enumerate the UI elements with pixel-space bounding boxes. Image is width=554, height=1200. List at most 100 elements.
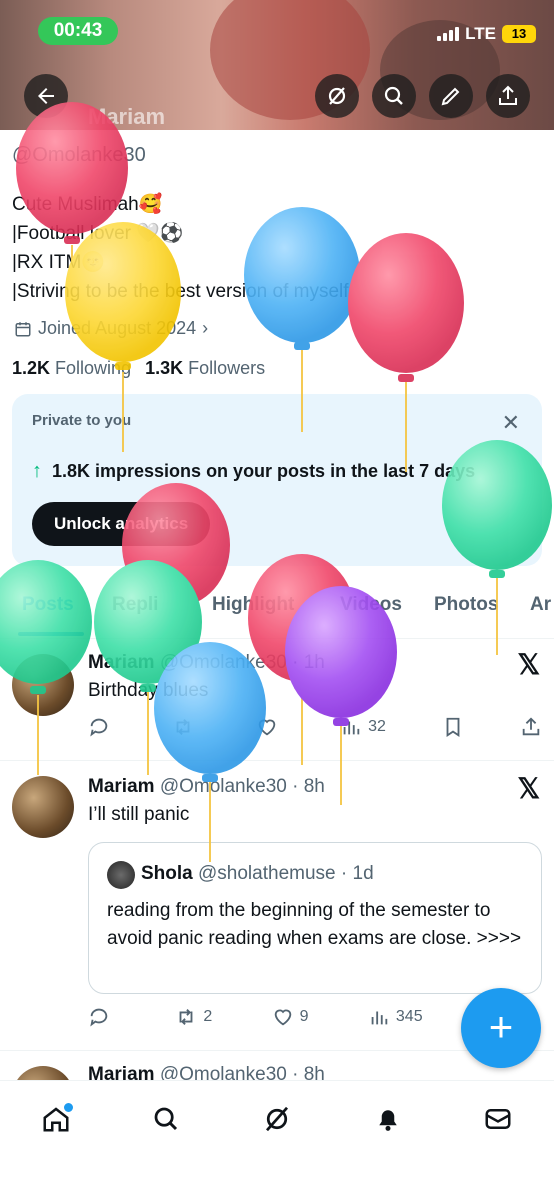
notification-dot bbox=[62, 1101, 75, 1114]
network-label: LTE bbox=[465, 24, 496, 43]
bell-icon bbox=[379, 1110, 397, 1131]
views-icon bbox=[343, 721, 360, 735]
grok-icon bbox=[328, 87, 346, 105]
plus-icon: + bbox=[488, 1003, 514, 1050]
tab-replies[interactable]: Repli bbox=[112, 594, 158, 616]
nav-search[interactable] bbox=[144, 1097, 188, 1141]
back-button[interactable] bbox=[24, 74, 68, 118]
author-name[interactable]: Mariam bbox=[88, 776, 155, 797]
tweet-item[interactable]: Mariam @Omolanke30 · 1h 𝕏 Birthday blues… bbox=[0, 640, 554, 761]
tab-highlights[interactable]: Highlight bbox=[212, 594, 294, 616]
impressions-text: 1.8K impressions on your posts in the la… bbox=[52, 461, 476, 481]
search-button[interactable] bbox=[372, 74, 416, 118]
edit-icon bbox=[441, 87, 460, 106]
nav-messages[interactable] bbox=[476, 1097, 520, 1141]
avatar[interactable] bbox=[12, 654, 74, 716]
reply-button[interactable] bbox=[88, 716, 116, 738]
author-handle: @Omolanke30 bbox=[159, 776, 287, 797]
search-icon bbox=[384, 86, 403, 105]
repost-icon bbox=[179, 1009, 193, 1025]
reply-button[interactable] bbox=[88, 1006, 116, 1028]
views-button[interactable]: 32 bbox=[340, 716, 386, 738]
active-tab-indicator bbox=[18, 632, 84, 636]
x-logo-icon: 𝕏 bbox=[517, 649, 540, 680]
quoted-tweet[interactable]: Shola @sholathemuse · 1d reading from th… bbox=[88, 842, 542, 994]
bookmark-button[interactable] bbox=[442, 716, 464, 738]
status-time: 00:43 bbox=[38, 17, 118, 45]
analytics-card: Private to you ✕ ↑ 1.8K impressions on y… bbox=[12, 394, 542, 566]
followers-link[interactable]: 1.3K Followers bbox=[145, 358, 265, 379]
grok-button[interactable] bbox=[315, 74, 359, 118]
compose-button[interactable]: + bbox=[461, 988, 541, 1068]
x-logo-icon: 𝕏 bbox=[517, 773, 540, 804]
profile-bio: Cute Muslimah🥰 |Football lover 🤍⚽ |RX IT… bbox=[12, 190, 532, 306]
impressions-summary: ↑ 1.8K impressions on your posts in the … bbox=[32, 460, 475, 483]
like-button[interactable] bbox=[256, 716, 284, 738]
views-icon bbox=[371, 1011, 388, 1025]
following-link[interactable]: 1.2K Following bbox=[12, 358, 131, 379]
tab-articles[interactable]: Ar bbox=[530, 594, 551, 616]
tweet-time: · 1h bbox=[292, 652, 325, 673]
battery-icon: 13 bbox=[502, 25, 536, 43]
bookmark-icon bbox=[446, 717, 460, 737]
grok-icon bbox=[265, 1106, 289, 1132]
followers-label: Followers bbox=[188, 358, 266, 378]
bottom-nav bbox=[0, 1080, 554, 1200]
quote-author: Shola @sholathemuse · 1d bbox=[141, 863, 374, 885]
tweet-author: Mariam @Omolanke30 · 8h bbox=[88, 776, 325, 798]
following-label: Following bbox=[55, 358, 132, 378]
reply-icon bbox=[90, 1008, 108, 1027]
bio-line: |RX ITM🌝 bbox=[12, 252, 105, 273]
tweet-text: Birthday blues bbox=[88, 680, 209, 701]
status-indicators: LTE 13 bbox=[437, 24, 536, 44]
follow-stats: 1.2K Following 1.3K Followers bbox=[12, 358, 265, 379]
repost-button[interactable] bbox=[172, 716, 200, 738]
tab-photos[interactable]: Photos bbox=[434, 594, 498, 616]
tab-videos[interactable]: Videos bbox=[340, 594, 402, 616]
share-tweet-button[interactable] bbox=[520, 716, 542, 738]
tweet-text: I’ll still panic bbox=[88, 804, 190, 825]
tweet-author: Mariam @Omolanke30 · 1h bbox=[88, 652, 325, 674]
bio-line: |Football lover 🤍⚽ bbox=[12, 223, 184, 244]
followers-count: 1.3K bbox=[145, 358, 184, 378]
header-name: Mariam bbox=[88, 104, 166, 129]
tweet-actions: 32 bbox=[88, 716, 542, 738]
share-icon bbox=[499, 85, 517, 105]
like-icon bbox=[274, 1009, 291, 1026]
joined-date[interactable]: Joined August 2024 › bbox=[14, 318, 208, 339]
profile-handle: @Omolanke30 bbox=[12, 144, 146, 166]
nav-notifications[interactable] bbox=[366, 1097, 410, 1141]
like-icon bbox=[258, 719, 276, 736]
repost-icon bbox=[176, 719, 190, 735]
quote-time: · 1d bbox=[340, 863, 374, 884]
search-icon bbox=[154, 1107, 178, 1131]
joined-label: Joined August 2024 bbox=[38, 318, 197, 338]
calendar-icon bbox=[15, 321, 31, 336]
view-count: 32 bbox=[368, 718, 386, 735]
avatar[interactable] bbox=[12, 776, 74, 838]
chevron-right-icon: › bbox=[202, 318, 209, 338]
quote-text: reading from the beginning of the semest… bbox=[107, 900, 522, 949]
views-button[interactable]: 345 bbox=[368, 1006, 423, 1028]
like-count: 9 bbox=[299, 1008, 309, 1025]
author-handle: @Omolanke30 bbox=[159, 652, 287, 673]
quote-author-handle: @sholathemuse bbox=[198, 863, 336, 884]
tab-posts[interactable]: Posts bbox=[22, 594, 74, 616]
signal-icon bbox=[437, 27, 460, 41]
unlock-analytics-button[interactable]: Unlock analytics bbox=[32, 502, 211, 546]
back-arrow-icon bbox=[38, 88, 54, 104]
repost-count: 2 bbox=[203, 1008, 213, 1025]
edit-button[interactable] bbox=[429, 74, 473, 118]
tweet-time: · 8h bbox=[292, 776, 325, 797]
private-label: Private to you bbox=[32, 412, 132, 429]
like-button[interactable]: 9 bbox=[272, 1006, 309, 1028]
nav-home[interactable] bbox=[34, 1097, 78, 1141]
share-icon bbox=[522, 717, 540, 736]
author-name[interactable]: Mariam bbox=[88, 652, 155, 673]
close-icon[interactable]: ✕ bbox=[502, 410, 520, 436]
quote-author-name: Shola bbox=[141, 863, 193, 884]
repost-button[interactable]: 2 bbox=[175, 1006, 212, 1028]
nav-grok[interactable] bbox=[255, 1097, 299, 1141]
profile-tabs: Posts Repli Highlight Videos Photos Ar bbox=[0, 582, 554, 639]
share-button[interactable] bbox=[486, 74, 530, 118]
